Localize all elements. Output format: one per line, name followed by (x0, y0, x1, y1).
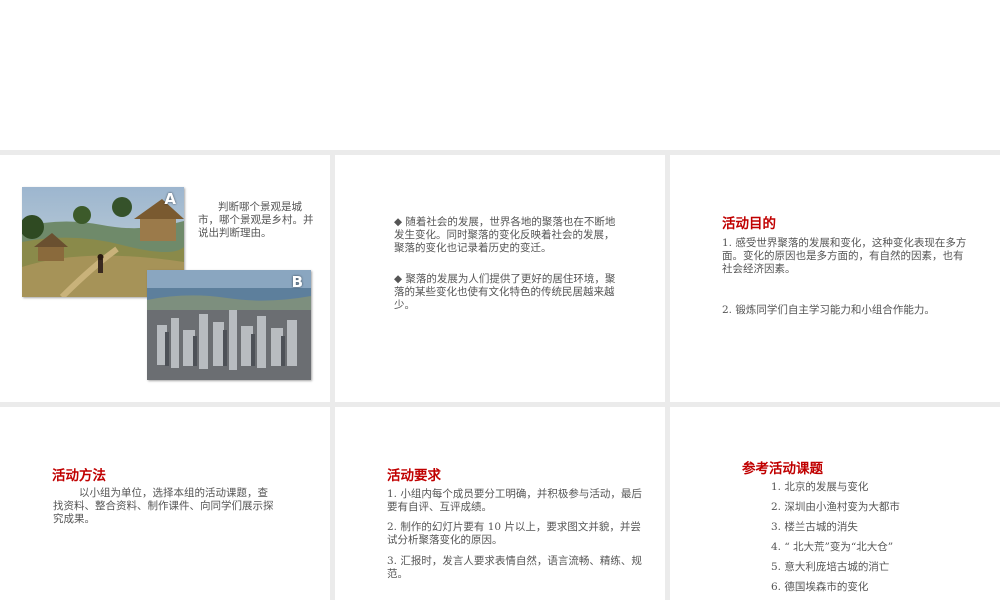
purpose-item: 2. 锻炼同学们自主学习能力和小组合作能力。 (722, 304, 935, 316)
slide-settlement-change[interactable]: ◆ 随着社会的发展，世界各地的聚落也在不断地发生变化。同时聚落的变化反映着社会的… (335, 155, 665, 402)
topic-list: 1. 北京的发展与变化 2. 深圳由小渔村变为大都市 3. 楼兰古城的消失 4.… (771, 481, 900, 600)
slide-heading: 活动方法 (52, 468, 106, 484)
requirement-item: 2. 制作的幻灯片要有 10 片以上，要求图文并貌，并尝试分析聚落变化的原因。 (387, 521, 641, 546)
requirement-item: 1. 小组内每个成员要分工明确，并积极参与活动，最后要有自评、互评成绩。 (387, 488, 642, 513)
photo-a-label: A (164, 190, 176, 208)
city-skyline-photo: B (147, 270, 311, 380)
list-item: 6. 德国埃森市的变化 (771, 581, 869, 593)
slide-heading: 活动目的 (722, 216, 776, 232)
bullet-paragraph: ◆ 随着社会的发展，世界各地的聚落也在不断地发生变化。同时聚落的变化反映着社会的… (394, 216, 616, 254)
blank-slide-area (0, 0, 1000, 150)
question-text: 判断哪个景观是城市，哪个景观是乡村。并说出判断理由。 (198, 201, 314, 239)
list-item: 3. 楼兰古城的消失 (771, 521, 858, 533)
slide-activity-method[interactable]: 活动方法 以小组为单位，选择本组的活动课题，查找资料、整合资料、制作课件、向同学… (0, 407, 330, 600)
slide-heading: 活动要求 (387, 468, 441, 484)
requirement-item: 3. 汇报时，发言人要求表情自然，语言流畅、精练、规范。 (387, 555, 642, 580)
slide-landscape-question[interactable]: A B 判断哪个景观是城市，哪个景观是乡村。并说出判断理由。 (0, 155, 330, 402)
method-paragraph: 以小组为单位，选择本组的活动课题，查找资料、整合资料、制作课件、向同学们展示探究… (53, 487, 274, 525)
slide-reference-topics[interactable]: 参考活动课题 1. 北京的发展与变化 2. 深圳由小渔村变为大都市 3. 楼兰古… (670, 407, 1000, 600)
list-item: 2. 深圳由小渔村变为大都市 (771, 501, 900, 513)
photo-b-label: B (291, 273, 303, 291)
list-item: 4. “ 北大荒”变为“北大仓” (771, 541, 894, 553)
bullet-paragraph: ◆ 聚落的发展为人们提供了更好的居住环境，聚落的某些变化也使有文化特色的传统民居… (394, 273, 616, 311)
slide-activity-purpose[interactable]: 活动目的 1. 感受世界聚落的发展和变化，这种变化表现在多方面。变化的原因也是多… (670, 155, 1000, 402)
slide-activity-requirements[interactable]: 活动要求 1. 小组内每个成员要分工明确，并积极参与活动，最后要有自评、互评成绩… (335, 407, 665, 600)
list-item: 5. 意大利庞培古城的消亡 (771, 561, 890, 573)
slide-heading: 参考活动课题 (742, 461, 823, 477)
purpose-item: 1. 感受世界聚落的发展和变化，这种变化表现在多方面。变化的原因也是多方面的，有… (722, 237, 967, 275)
list-item: 1. 北京的发展与变化 (771, 481, 869, 493)
